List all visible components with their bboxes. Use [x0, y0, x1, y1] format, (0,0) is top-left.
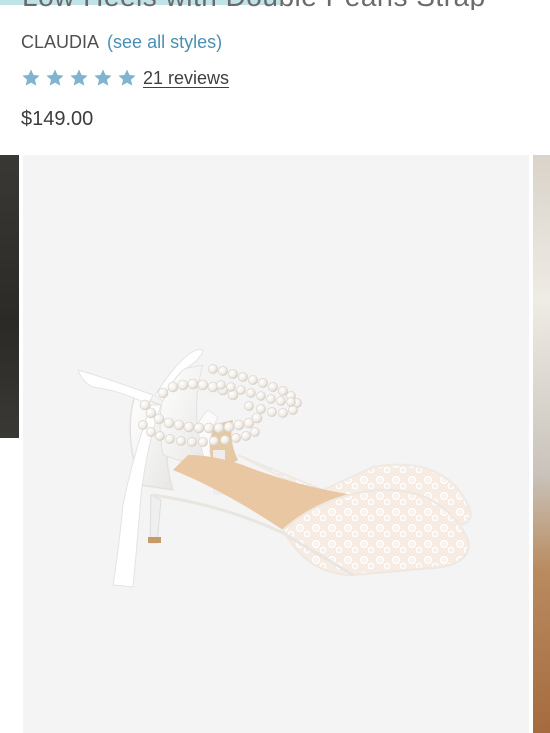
star-icon [94, 69, 112, 86]
star-icon [118, 69, 136, 86]
gallery-next-slide[interactable] [533, 155, 550, 733]
see-all-styles-link[interactable]: (see all styles) [107, 32, 222, 52]
gallery-main-image[interactable] [23, 155, 529, 733]
image-gallery[interactable] [0, 155, 550, 733]
star-icon [22, 69, 40, 86]
rating-row: 21 reviews [21, 66, 229, 90]
vendor-row: CLAUDIA (see all styles) [21, 31, 222, 53]
star-icon [70, 69, 88, 86]
star-rating[interactable] [21, 68, 137, 88]
gallery-prev-slide[interactable] [0, 155, 19, 438]
star-icon [46, 69, 64, 86]
vendor-name: CLAUDIA [21, 32, 99, 52]
product-title: Low Heels with Double Pearls Strap [22, 0, 542, 10]
shoe-product-image [77, 349, 472, 588]
reviews-link[interactable]: 21 reviews [143, 68, 229, 89]
product-price: $149.00 [21, 108, 94, 130]
